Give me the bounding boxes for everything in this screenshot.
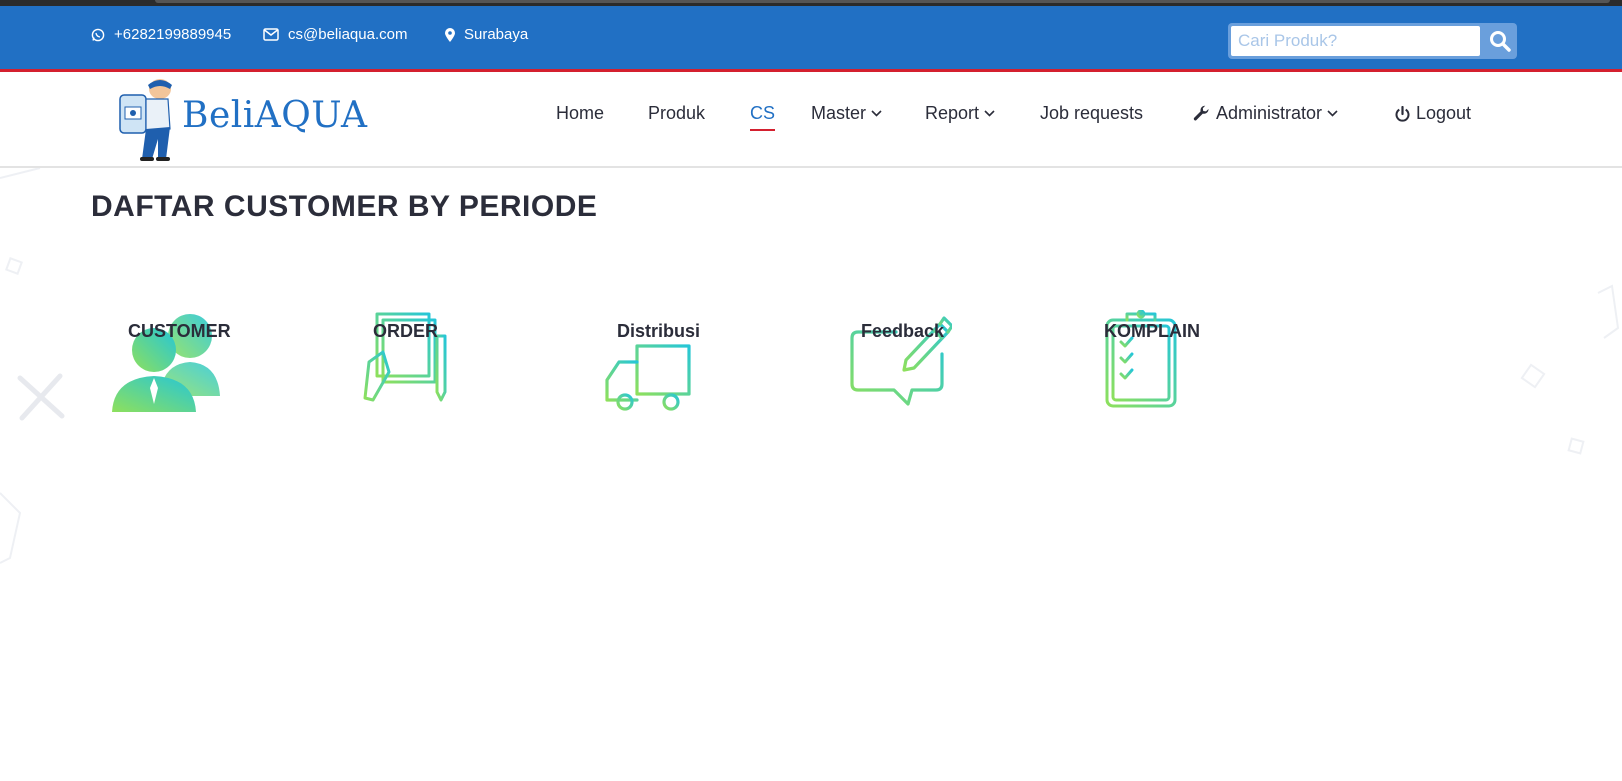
nav-home-label: Home xyxy=(556,103,605,123)
nav-job-requests[interactable]: Job requests xyxy=(1040,103,1143,124)
search-icon xyxy=(1489,31,1511,52)
nav-menu: Home Produk CS Master Report Job request… xyxy=(0,103,1622,133)
contact-phone[interactable]: +6282199889945 xyxy=(91,26,231,43)
contact-location-text: Surabaya xyxy=(464,26,529,43)
nav-logout-label: Logout xyxy=(1416,103,1472,123)
nav-cs[interactable]: CS xyxy=(750,103,776,131)
wrench-icon xyxy=(1193,105,1209,121)
tile-distribusi-label: Distribusi xyxy=(617,321,701,341)
nav-report[interactable]: Report xyxy=(925,103,995,124)
tile-distribusi[interactable]: Distribusi xyxy=(595,300,775,420)
browser-tab-bar xyxy=(155,0,1610,3)
main-navbar: BeliAQUA Home Produk CS Master Report Jo… xyxy=(0,75,1622,168)
tile-komplain[interactable]: KOMPLAIN xyxy=(1095,300,1275,420)
search-box xyxy=(1228,23,1517,59)
envelope-icon xyxy=(263,28,279,41)
power-icon xyxy=(1395,105,1410,122)
nav-produk-label: Produk xyxy=(648,103,706,123)
tile-feedback-label: Feedback xyxy=(861,321,945,341)
contact-location: Surabaya xyxy=(445,26,528,43)
tile-feedback[interactable]: Feedback xyxy=(838,300,1018,420)
nav-administrator-label: Administrator xyxy=(1216,103,1323,123)
tile-komplain-label: KOMPLAIN xyxy=(1104,321,1200,341)
top-contact-bar: +6282199889945 cs@beliaqua.com Surabaya xyxy=(0,6,1622,72)
tile-order[interactable]: ORDER xyxy=(350,300,530,420)
search-button[interactable] xyxy=(1482,23,1517,59)
chevron-down-icon xyxy=(871,110,882,117)
tile-order-label: ORDER xyxy=(373,321,439,341)
nav-cs-label: CS xyxy=(750,103,776,123)
search-input[interactable] xyxy=(1231,26,1480,56)
nav-report-label: Report xyxy=(925,103,980,123)
nav-master-label: Master xyxy=(811,103,867,123)
page-title: DAFTAR CUSTOMER BY PERIODE xyxy=(91,190,598,223)
tile-customer[interactable]: CUSTOMER xyxy=(100,300,280,420)
nav-master[interactable]: Master xyxy=(811,103,882,124)
contact-phone-text: +6282199889945 xyxy=(114,26,232,43)
whatsapp-icon xyxy=(91,28,105,41)
nav-home[interactable]: Home xyxy=(556,103,604,124)
map-marker-icon xyxy=(445,27,455,42)
tile-customer-label: CUSTOMER xyxy=(128,321,231,341)
nav-job-requests-label: Job requests xyxy=(1040,103,1144,123)
contact-email[interactable]: cs@beliaqua.com xyxy=(263,26,407,43)
chevron-down-icon xyxy=(984,110,995,117)
chevron-down-icon xyxy=(1327,110,1338,117)
nav-administrator[interactable]: Administrator xyxy=(1193,103,1344,124)
nav-produk[interactable]: Produk xyxy=(648,103,705,124)
nav-logout[interactable]: Logout xyxy=(1395,103,1471,124)
delivery-truck-icon xyxy=(605,344,709,411)
contact-email-text: cs@beliaqua.com xyxy=(288,26,408,43)
